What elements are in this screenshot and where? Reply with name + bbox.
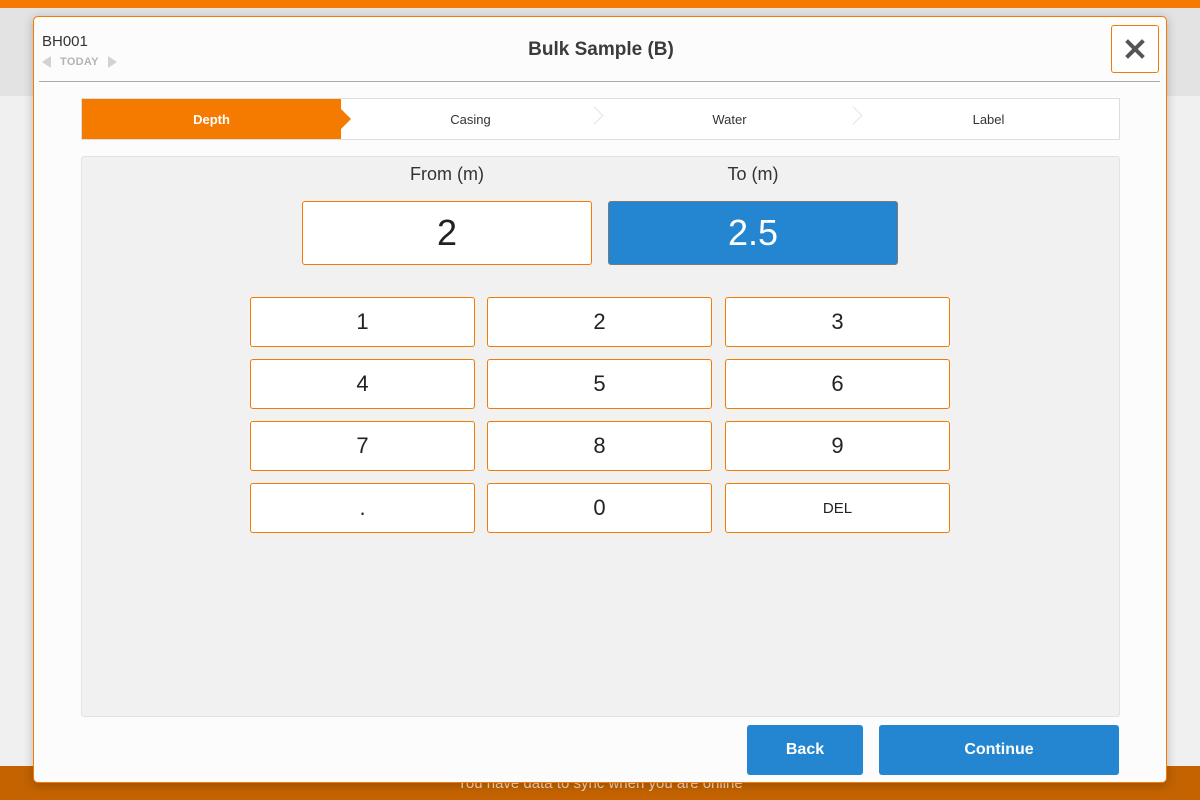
- key-7[interactable]: 7: [250, 421, 475, 471]
- key-0[interactable]: 0: [487, 483, 712, 533]
- key-decimal[interactable]: .: [250, 483, 475, 533]
- top-accent-bar: [0, 0, 1200, 8]
- key-5[interactable]: 5: [487, 359, 712, 409]
- close-button[interactable]: [1111, 25, 1159, 73]
- bulk-sample-dialog: BH001 TODAY Bulk Sample (B) Depth Casing…: [33, 16, 1167, 783]
- dialog-title: Bulk Sample (B): [528, 39, 674, 60]
- key-3[interactable]: 3: [725, 297, 950, 347]
- depth-entry-panel: From (m) To (m) 2 2.5 1 2 3 4 5 6 7 8 9 …: [81, 156, 1120, 717]
- to-depth-field[interactable]: 2.5: [608, 201, 898, 265]
- key-2[interactable]: 2: [487, 297, 712, 347]
- key-1[interactable]: 1: [250, 297, 475, 347]
- key-6[interactable]: 6: [725, 359, 950, 409]
- tab-casing[interactable]: Casing: [341, 99, 600, 139]
- close-icon: [1125, 39, 1145, 59]
- key-9[interactable]: 9: [725, 421, 950, 471]
- back-button[interactable]: Back: [747, 725, 863, 775]
- key-delete[interactable]: DEL: [725, 483, 950, 533]
- from-depth-field[interactable]: 2: [302, 201, 592, 265]
- key-8[interactable]: 8: [487, 421, 712, 471]
- tab-water[interactable]: Water: [600, 99, 859, 139]
- header-divider: [39, 81, 1160, 82]
- tab-depth[interactable]: Depth: [82, 99, 351, 139]
- continue-button[interactable]: Continue: [879, 725, 1119, 775]
- to-depth-label: To (m): [727, 164, 779, 184]
- from-depth-label: From (m): [410, 164, 484, 184]
- key-4[interactable]: 4: [250, 359, 475, 409]
- step-tabs: Depth Casing Water Label: [81, 98, 1120, 140]
- tab-label[interactable]: Label: [859, 99, 1118, 139]
